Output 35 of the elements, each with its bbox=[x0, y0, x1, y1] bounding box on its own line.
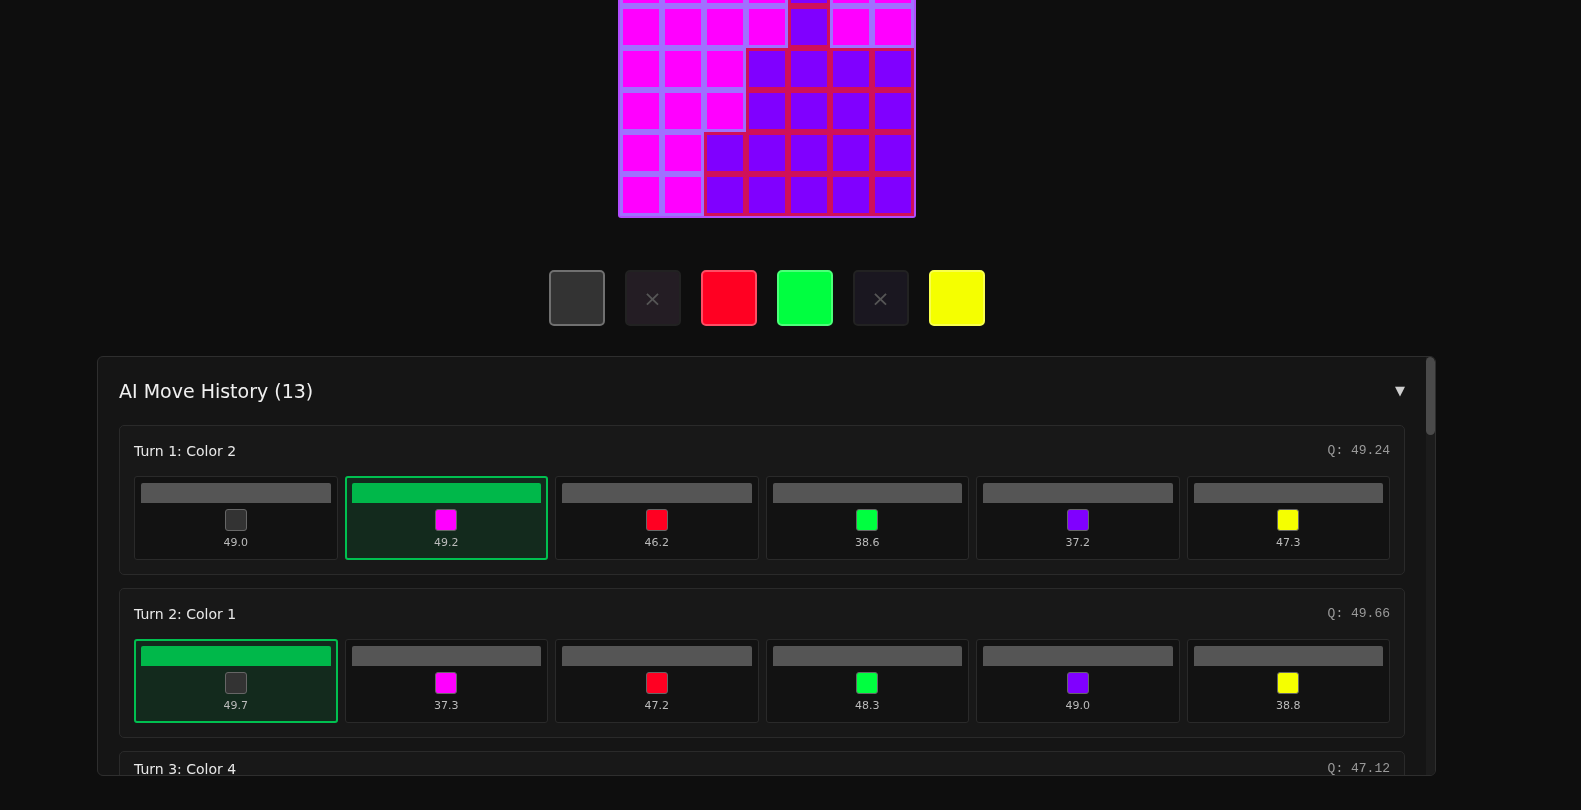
move-score: 49.0 bbox=[1065, 698, 1090, 714]
move-score: 37.3 bbox=[434, 698, 459, 714]
move-option[interactable]: 49.0 bbox=[134, 476, 338, 560]
move-score: 47.2 bbox=[644, 698, 669, 714]
turn-title: Turn 3: Color 4 bbox=[134, 759, 237, 775]
move-score: 49.0 bbox=[223, 535, 248, 551]
move-option[interactable]: 49.2 bbox=[344, 476, 548, 560]
move-option[interactable]: 46.2 bbox=[555, 476, 759, 560]
turn-title: Turn 2: Color 1 bbox=[134, 604, 237, 624]
move-score: 38.6 bbox=[855, 535, 880, 551]
q-value: Q: 49.24 bbox=[1327, 442, 1390, 461]
move-option[interactable]: 37.3 bbox=[344, 639, 548, 723]
move-option[interactable]: 38.8 bbox=[1186, 639, 1390, 723]
move-option[interactable]: 38.6 bbox=[765, 476, 969, 560]
q-value: Q: 47.12 bbox=[1327, 760, 1390, 775]
collapse-toggle[interactable]: ▼ bbox=[1395, 381, 1405, 401]
turn-title: Turn 1: Color 2 bbox=[134, 441, 237, 461]
q-value: Q: 49.66 bbox=[1327, 605, 1390, 624]
move-score: 49.7 bbox=[223, 698, 248, 714]
move-option[interactable]: 48.3 bbox=[765, 639, 969, 723]
move-score: 38.8 bbox=[1276, 698, 1301, 714]
color-button[interactable] bbox=[548, 270, 605, 326]
move-option[interactable]: 47.2 bbox=[555, 639, 759, 723]
move-score: 48.3 bbox=[855, 698, 880, 714]
move-score: 47.3 bbox=[1276, 535, 1301, 551]
move-option[interactable]: 37.2 bbox=[976, 476, 1180, 560]
move-score: 37.2 bbox=[1065, 535, 1090, 551]
move-score: 49.2 bbox=[434, 535, 459, 551]
scrollbar[interactable] bbox=[1426, 357, 1435, 775]
move-option[interactable]: 49.7 bbox=[134, 639, 338, 723]
move-option[interactable]: 47.3 bbox=[1186, 476, 1390, 560]
move-score: 46.2 bbox=[644, 535, 669, 551]
panel-title: AI Move History (13) bbox=[119, 378, 314, 404]
color-button[interactable] bbox=[700, 270, 757, 326]
move-option[interactable]: 49.0 bbox=[976, 639, 1180, 723]
